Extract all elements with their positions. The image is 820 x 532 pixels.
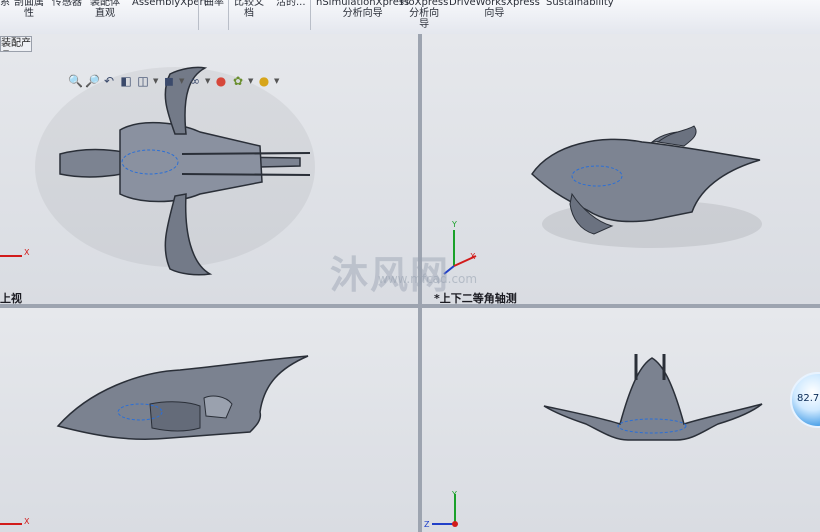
- chevron-down-icon[interactable]: ▼: [205, 77, 211, 85]
- chevron-down-icon[interactable]: ▼: [179, 77, 185, 85]
- viewport-splitter-horizontal[interactable]: [0, 304, 820, 308]
- ribbon-button[interactable]: FloXpress 分析向 导: [400, 0, 448, 30]
- axis-x-label: X: [24, 517, 30, 526]
- axis-x-label: X: [470, 252, 476, 261]
- viewport-front[interactable]: X: [0, 308, 418, 532]
- zoom-to-fit-icon[interactable]: 🔍: [68, 74, 83, 88]
- ribbon-button[interactable]: 活的...: [276, 0, 306, 8]
- previous-view-icon[interactable]: ↶: [102, 74, 116, 88]
- ribbon-button[interactable]: AssemblyXpert: [132, 0, 208, 8]
- watermark-url: www.mfcad.com: [378, 272, 478, 286]
- ribbon-button[interactable]: 装配体 直观: [90, 0, 120, 19]
- ribbon-button[interactable]: Sustainability: [546, 0, 614, 8]
- ribbon-separator: [310, 0, 311, 30]
- axis-x-label: X: [24, 248, 30, 257]
- ribbon-button[interactable]: 剖面属 性: [14, 0, 44, 19]
- hide-show-items-icon[interactable]: ∞: [188, 74, 202, 88]
- command-manager-ribbon: 系剖面属 性传感器 装配体 直观 AssemblyXpert 曲率 比较文 档 活的...…: [0, 0, 820, 35]
- chevron-down-icon[interactable]: ▼: [153, 77, 159, 85]
- ribbon-button[interactable]: DriveWorksXpress 向导: [449, 0, 540, 19]
- axis-z-label: Z: [424, 520, 430, 529]
- view-label-top: 上视: [0, 292, 22, 304]
- section-view-icon[interactable]: ◧: [119, 74, 133, 88]
- model-right-view: [432, 354, 763, 527]
- display-style-icon[interactable]: ◼: [162, 74, 176, 88]
- model-trimetric-view: [443, 125, 762, 275]
- axis-y-label: Y: [452, 220, 457, 229]
- model-front-view: [0, 355, 309, 525]
- badge-value: 82.7K: [797, 393, 820, 404]
- view-orientation-icon[interactable]: ◫: [136, 74, 150, 88]
- ribbon-separator: [228, 0, 229, 30]
- ribbon-button[interactable]: 比较文 档: [234, 0, 264, 19]
- viewport-trimetric[interactable]: ▭ *上下二等角轴测: [422, 34, 820, 304]
- ribbon-separator: [198, 0, 199, 30]
- viewport-right[interactable]: [422, 308, 820, 532]
- chevron-down-icon[interactable]: ▼: [248, 77, 254, 85]
- view-settings-icon[interactable]: ●: [257, 74, 271, 88]
- chevron-down-icon[interactable]: ▼: [274, 77, 280, 85]
- ribbon-button[interactable]: 传感器: [52, 0, 82, 8]
- zoom-to-area-icon[interactable]: 🔎: [85, 74, 100, 88]
- apply-scene-icon[interactable]: ✿: [231, 74, 245, 88]
- edit-appearance-icon[interactable]: ●: [214, 74, 228, 88]
- axis-y-label: Y: [452, 490, 457, 499]
- ribbon-button[interactable]: 曲率: [204, 0, 224, 8]
- ribbon-button[interactable]: nSimulationXpress 分析向导: [316, 0, 409, 19]
- view-heads-up-toolbar: 🔍 🔎 ↶ ◧ ◫ ▼ ◼ ▼ ∞ ▼ ● ✿ ▼ ● ▼: [68, 72, 280, 90]
- ribbon-button[interactable]: 系: [0, 0, 10, 8]
- feature-tree-tab[interactable]: 装配产品: [0, 36, 32, 52]
